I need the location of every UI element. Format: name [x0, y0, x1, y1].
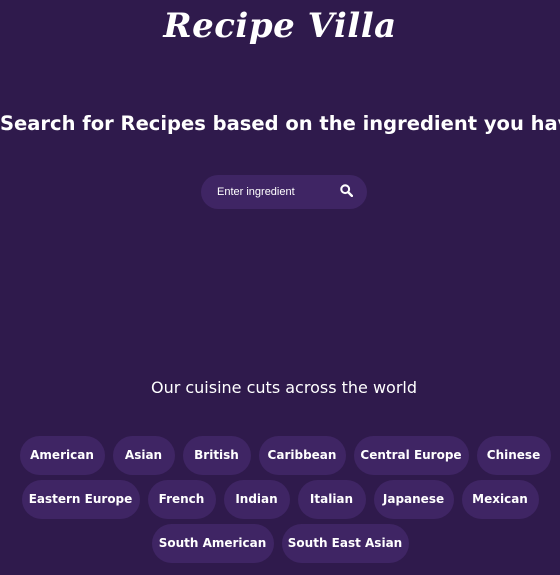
page-headline: Search for Recipes based on the ingredie…: [0, 112, 560, 135]
cuisine-chip-french[interactable]: French: [147, 480, 216, 519]
cuisine-chip-central-europe[interactable]: Central Europe: [353, 436, 469, 475]
search-icon[interactable]: [337, 182, 355, 200]
cuisine-row: American Asian British Caribbean Central…: [10, 436, 560, 475]
cuisine-chip-italian[interactable]: Italian: [297, 480, 366, 519]
cuisine-chip-indian[interactable]: Indian: [223, 480, 290, 519]
recipe-villa-page: Recipe Villa Search for Recipes based on…: [0, 0, 560, 575]
cuisine-chip-british[interactable]: British: [182, 436, 251, 475]
cuisine-chip-south-american[interactable]: South American: [151, 524, 274, 563]
cuisine-chip-mexican[interactable]: Mexican: [461, 480, 539, 519]
cuisine-chip-chinese[interactable]: Chinese: [476, 436, 551, 475]
brand-logo[interactable]: Recipe Villa: [0, 6, 560, 46]
cuisine-chip-american[interactable]: American: [19, 436, 105, 475]
cuisine-chip-caribbean[interactable]: Caribbean: [258, 436, 346, 475]
cuisine-chip-south-east-asian[interactable]: South East Asian: [281, 524, 409, 563]
cuisine-heading: Our cuisine cuts across the world: [150, 378, 418, 397]
cuisine-row: Eastern Europe French Indian Italian Jap…: [0, 480, 560, 519]
search-input[interactable]: [217, 186, 337, 198]
cuisine-chip-japanese[interactable]: Japanese: [373, 480, 454, 519]
cuisine-chip-eastern-europe[interactable]: Eastern Europe: [21, 480, 140, 519]
search-bar: [201, 175, 367, 209]
cuisine-chip-asian[interactable]: Asian: [112, 436, 175, 475]
cuisine-list: American Asian British Caribbean Central…: [0, 436, 560, 568]
cuisine-row: South American South East Asian: [0, 524, 560, 563]
